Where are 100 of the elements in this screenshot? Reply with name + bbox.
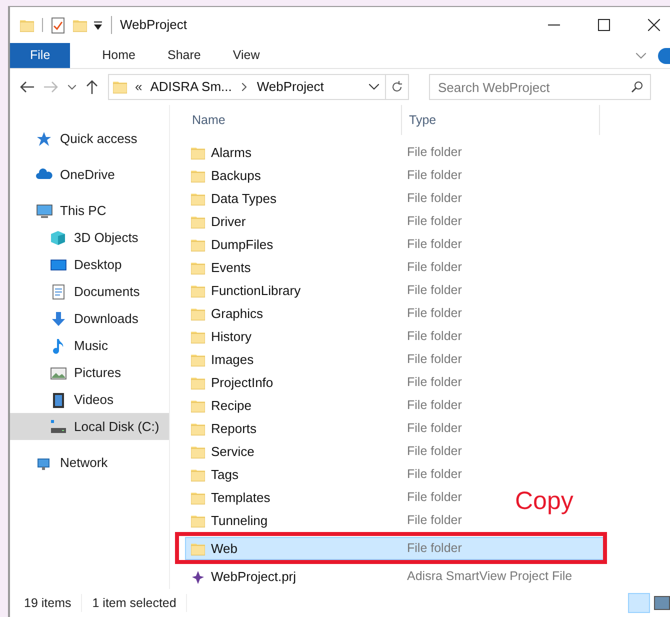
- nav-label: Documents: [74, 282, 140, 301]
- folder-icon: [191, 444, 205, 458]
- file-row[interactable]: Tags File folder: [185, 463, 463, 486]
- maximize-icon[interactable]: [598, 19, 610, 31]
- file-row[interactable]: Data Types File folder: [185, 187, 463, 210]
- properties-icon[interactable]: [51, 16, 65, 34]
- nav-label: OneDrive: [60, 166, 115, 184]
- folder-icon: [191, 284, 205, 298]
- nav-item[interactable]: This PC: [10, 197, 169, 224]
- chevron-down-icon[interactable]: [68, 84, 76, 90]
- file-name: Web: [211, 540, 238, 558]
- file-row[interactable]: Templates File folder: [185, 486, 463, 509]
- download-arrow-icon: [50, 310, 67, 326]
- file-type: File folder: [406, 420, 462, 438]
- nav-item[interactable]: Documents: [10, 278, 169, 305]
- address-bar[interactable]: « ADISRA Sm... WebProject: [108, 74, 409, 100]
- file-type: File folder: [406, 374, 462, 392]
- file-type: File folder: [406, 305, 462, 322]
- file-row[interactable]: Web File folder: [185, 537, 605, 560]
- nav-label: Quick access: [60, 130, 138, 148]
- file-name: ProjectInfo: [211, 374, 274, 392]
- nav-item[interactable]: 3D Objects: [10, 224, 169, 251]
- back-arrow-icon[interactable]: [20, 81, 34, 93]
- file-row[interactable]: Alarms File folder: [185, 141, 463, 164]
- file-type: File folder: [406, 489, 462, 506]
- nav-item[interactable]: Downloads: [10, 305, 169, 332]
- ribbon-tab[interactable]: File: [10, 43, 70, 68]
- folder-icon: [191, 514, 205, 528]
- folder-icon: [191, 398, 205, 412]
- file-type: File folder: [406, 351, 462, 368]
- nav-item[interactable]: Quick access: [10, 125, 169, 152]
- nav-item[interactable]: OneDrive: [10, 161, 169, 188]
- file-row[interactable]: Images File folder: [185, 348, 463, 371]
- nav-label: Network: [60, 454, 108, 472]
- file-name: DumpFiles: [211, 236, 274, 254]
- folder-icon: [191, 238, 205, 252]
- file-row[interactable]: ProjectInfo File folder: [185, 371, 463, 394]
- file-type: File folder: [406, 443, 462, 460]
- file-type: File folder: [406, 213, 462, 230]
- search-field[interactable]: Search WebProject: [429, 74, 651, 100]
- file-type: File folder: [406, 282, 462, 300]
- file-row[interactable]: History File folder: [185, 325, 463, 348]
- document-icon: [50, 284, 67, 300]
- file-type: Adisra SmartView Project File: [406, 568, 572, 586]
- nav-item[interactable]: Desktop: [10, 251, 169, 278]
- file-name: Backups: [211, 166, 261, 185]
- nav-item[interactable]: Videos: [10, 386, 169, 413]
- project-file-icon: [191, 570, 205, 584]
- file-type: File folder: [406, 167, 462, 184]
- desktop-icon: [50, 256, 67, 272]
- file-row[interactable]: Recipe File folder: [185, 394, 463, 417]
- file-name: WebProject.prj: [211, 568, 296, 586]
- nav-label: Videos: [74, 390, 114, 409]
- up-arrow-icon[interactable]: [86, 80, 98, 94]
- file-row[interactable]: Graphics File folder: [185, 302, 463, 325]
- ribbon-tab[interactable]: Home: [86, 43, 152, 68]
- nav-item[interactable]: Local Disk (C:): [10, 413, 169, 440]
- chevron-down-icon[interactable]: [369, 84, 379, 90]
- file-row[interactable]: Backups File folder: [185, 164, 463, 187]
- star-icon: [36, 130, 53, 146]
- nav-item[interactable]: Network: [10, 449, 169, 476]
- monitor-icon: [36, 202, 53, 218]
- help-icon[interactable]: [658, 48, 670, 64]
- folder-icon: [191, 422, 205, 436]
- file-row[interactable]: WebProject.prj Adisra SmartView Project File: [185, 565, 574, 588]
- file-row[interactable]: Service File folder: [185, 440, 463, 463]
- file-row[interactable]: DumpFiles File folder: [185, 233, 463, 256]
- nav-label: Downloads: [74, 310, 138, 328]
- folder-icon: [191, 542, 205, 556]
- folder-icon: [191, 490, 205, 504]
- folder-icon: [191, 146, 205, 160]
- folder-icon: [191, 468, 205, 482]
- drive-icon: [50, 418, 67, 434]
- ribbon-tab[interactable]: Share: [152, 43, 217, 68]
- file-row[interactable]: Tunneling File folder: [185, 509, 463, 532]
- file-row[interactable]: Reports File folder: [185, 417, 463, 440]
- nav-label: Local Disk (C:): [74, 418, 160, 436]
- nav-item[interactable]: Pictures: [10, 359, 169, 386]
- file-row[interactable]: Driver File folder: [185, 210, 463, 233]
- breadcrumb[interactable]: WebProject: [256, 77, 324, 97]
- dropdown-icon[interactable]: [93, 20, 103, 30]
- breadcrumb[interactable]: ADISRA Sm...: [150, 77, 232, 97]
- annotation-label: Copy: [515, 486, 574, 517]
- file-name: Recipe: [211, 396, 252, 415]
- folder-icon: [113, 79, 127, 95]
- column-header[interactable]: Type: [402, 105, 600, 135]
- selection-status: 1 item selected: [82, 594, 188, 612]
- refresh-icon[interactable]: [391, 81, 403, 93]
- overflow-chevrons[interactable]: «: [135, 77, 142, 97]
- file-type: File folder: [406, 397, 462, 414]
- folder-icon: [191, 168, 205, 182]
- file-row[interactable]: FunctionLibrary File folder: [185, 279, 463, 302]
- file-row[interactable]: Events File folder: [185, 256, 463, 279]
- nav-item[interactable]: Music: [10, 332, 169, 359]
- close-icon[interactable]: [648, 19, 660, 31]
- file-type: File folder: [406, 540, 462, 558]
- ribbon-tab[interactable]: View: [216, 43, 276, 68]
- column-header[interactable]: Name: [180, 105, 402, 135]
- file-name: Tunneling: [211, 512, 268, 530]
- file-name: Events: [211, 258, 251, 277]
